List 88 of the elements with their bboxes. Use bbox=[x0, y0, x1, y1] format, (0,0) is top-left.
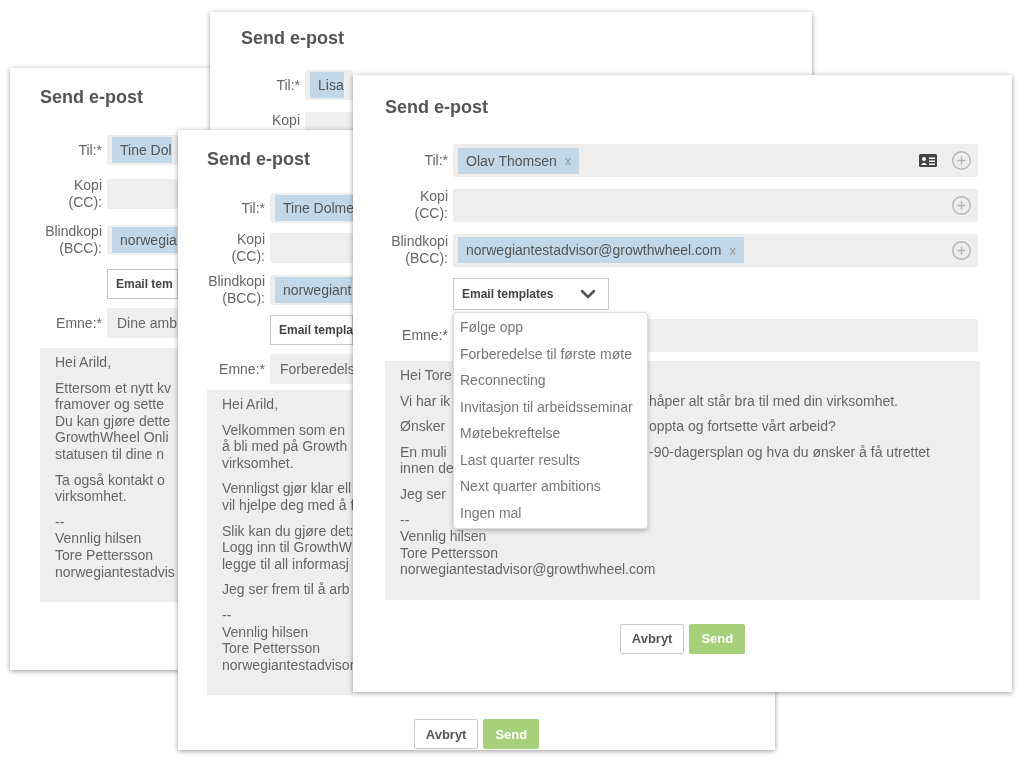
template-option[interactable]: Forberedelse til første møte bbox=[454, 340, 647, 367]
body-text: framover og sette bbox=[55, 396, 164, 413]
recipient-field[interactable] bbox=[107, 179, 178, 209]
field-label: Blindkopi (BCC): bbox=[390, 233, 448, 267]
add-icon[interactable] bbox=[951, 150, 972, 171]
body-text: Velkommen som en bbox=[222, 421, 345, 439]
body-text: håper alt står bra til med din virksomhet. bbox=[649, 392, 898, 410]
template-option[interactable]: Følge opp bbox=[454, 314, 647, 341]
body-text: norwegiantestadvis bbox=[55, 563, 175, 581]
body-text: Vennligst gjør klar ell bbox=[222, 480, 352, 497]
body-text: GrowthWheel Onli bbox=[55, 429, 169, 446]
add-icon[interactable] bbox=[951, 194, 972, 216]
body-text: Jeg ser frem til å arb bbox=[222, 581, 350, 598]
body-text: Hei Arild, bbox=[222, 396, 279, 413]
body-text: -- bbox=[400, 511, 410, 529]
template-option[interactable]: Invitasjon til arbeidsseminar bbox=[454, 393, 647, 420]
field-label: Kopi (CC): bbox=[413, 188, 448, 222]
body-text: Jeg ser bbox=[400, 485, 446, 503]
body-text: Vi har ik bbox=[400, 392, 452, 410]
body-text: Ta også kontakt o bbox=[55, 471, 165, 489]
body-text: Ønsker bbox=[400, 418, 447, 435]
subject-field[interactable]: Dine amb bbox=[107, 308, 178, 338]
body-text: Logg inn til GrowthW bbox=[222, 539, 352, 556]
template-option[interactable]: Last quarter results bbox=[454, 446, 647, 473]
recipient-field[interactable]: Tine Dol bbox=[107, 135, 178, 165]
body-text: Ettersom et nytt kv bbox=[55, 379, 171, 397]
dialog-title: Send e-post bbox=[385, 96, 488, 119]
field-label: Emne:* bbox=[55, 314, 102, 332]
message-body[interactable] bbox=[207, 390, 353, 696]
body-text: Vennlig hilsen bbox=[55, 530, 142, 547]
email-templates-dropdown[interactable]: Email templa bbox=[270, 315, 353, 345]
body-text: statusen til dine n bbox=[55, 445, 164, 463]
dialog-title: Send e-post bbox=[207, 148, 310, 171]
body-text: virksomhet. bbox=[222, 454, 294, 472]
field-label: Kopi (CC): bbox=[230, 231, 265, 265]
email-templates-dropdown[interactable]: Email templates bbox=[453, 278, 609, 310]
body-text: Du kan gjøre dette bbox=[55, 412, 171, 430]
recipient-field[interactable] bbox=[453, 188, 978, 222]
body-text: -90-dagersplan og hva du ønsker å få utrettet bbox=[649, 443, 930, 461]
field-label: Emne:* bbox=[218, 360, 265, 378]
field-label: Kopi bbox=[270, 112, 300, 129]
recipient-chip: norwegiantestadvisor@growthwheel.com x bbox=[458, 237, 744, 263]
add-icon[interactable] bbox=[951, 239, 972, 261]
field-label: Emne:* bbox=[401, 327, 448, 344]
cancel-button[interactable]: Avbryt bbox=[413, 719, 479, 750]
field-label: Til:* bbox=[240, 199, 265, 217]
field-label: Kopi (CC): bbox=[67, 177, 102, 211]
body-text: legge til all informasj bbox=[222, 555, 349, 573]
body-text: -- bbox=[222, 606, 232, 624]
dialog-title: Send e-post bbox=[241, 27, 344, 50]
body-text: norwegiantestadvisor bbox=[222, 656, 355, 674]
body-text: Vennlig hilsen bbox=[222, 623, 309, 641]
template-option[interactable]: Next quarter ambitions bbox=[454, 473, 647, 500]
template-option[interactable]: Møtebekreftelse bbox=[454, 420, 647, 447]
template-option[interactable]: Ingen mal bbox=[454, 499, 647, 526]
field-label: Til:* bbox=[423, 152, 448, 169]
cancel-button[interactable]: Avbryt bbox=[619, 623, 685, 654]
subject-field[interactable]: Forberedels bbox=[270, 354, 353, 384]
dialog-title: Send e-post bbox=[40, 86, 143, 109]
email-templates-dropdown[interactable]: Email tem bbox=[107, 269, 178, 299]
body-text: Tore Pettersson bbox=[55, 546, 154, 564]
recipient-chip: Olav Thomsen x bbox=[458, 147, 580, 174]
body-text: Tore Pettersson bbox=[222, 640, 321, 657]
body-text: Hei Arild, bbox=[55, 354, 112, 371]
recipient-chip: Tine Dol bbox=[112, 137, 172, 163]
contact-card-icon[interactable] bbox=[919, 154, 937, 167]
recipient-field[interactable]: norwegiantestadvisor@growthwheel.com x bbox=[453, 233, 978, 267]
body-text: -- bbox=[55, 513, 65, 531]
template-option[interactable]: Reconnecting bbox=[454, 367, 647, 394]
body-text: Vennlig hilsen bbox=[400, 528, 487, 545]
body-text: virksomhet. bbox=[55, 488, 127, 505]
recipient-field[interactable]: Lisa bbox=[305, 70, 353, 100]
body-text: En muli bbox=[400, 443, 448, 461]
body-text: innen de bbox=[400, 460, 454, 477]
body-text: Slik kan du gjøre det: bbox=[222, 522, 354, 540]
field-label: Blindkopi (BCC): bbox=[44, 223, 102, 257]
recipient-chip: Lisa bbox=[310, 72, 344, 98]
body-text: oppta og fortsette vårt arbeid? bbox=[649, 418, 836, 435]
field-label: Til:* bbox=[275, 76, 300, 94]
body-text: Hei Tore bbox=[400, 367, 452, 384]
body-text: å bli med på Growth bbox=[222, 438, 348, 455]
message-body[interactable]: Hei Arild, Ettersom et nytt kv framover og sette Du kan gjøre dette GrowthWheel Onli statusen til dine n Ta også kontakt o virksomhet. -- Vennlig hilsen Tore Pettersson norwegiantestadvis bbox=[40, 348, 178, 603]
field-label: Blindkopi (BCC): bbox=[207, 273, 265, 307]
field-label: Til:* bbox=[77, 141, 102, 159]
recipient-field[interactable] bbox=[270, 233, 353, 263]
body-text: norwegiantestadvisor@growthwheel.com bbox=[400, 561, 656, 578]
body-text: Tore Pettersson bbox=[400, 544, 499, 562]
recipient-field[interactable]: Olav Thomsen x bbox=[453, 144, 978, 177]
